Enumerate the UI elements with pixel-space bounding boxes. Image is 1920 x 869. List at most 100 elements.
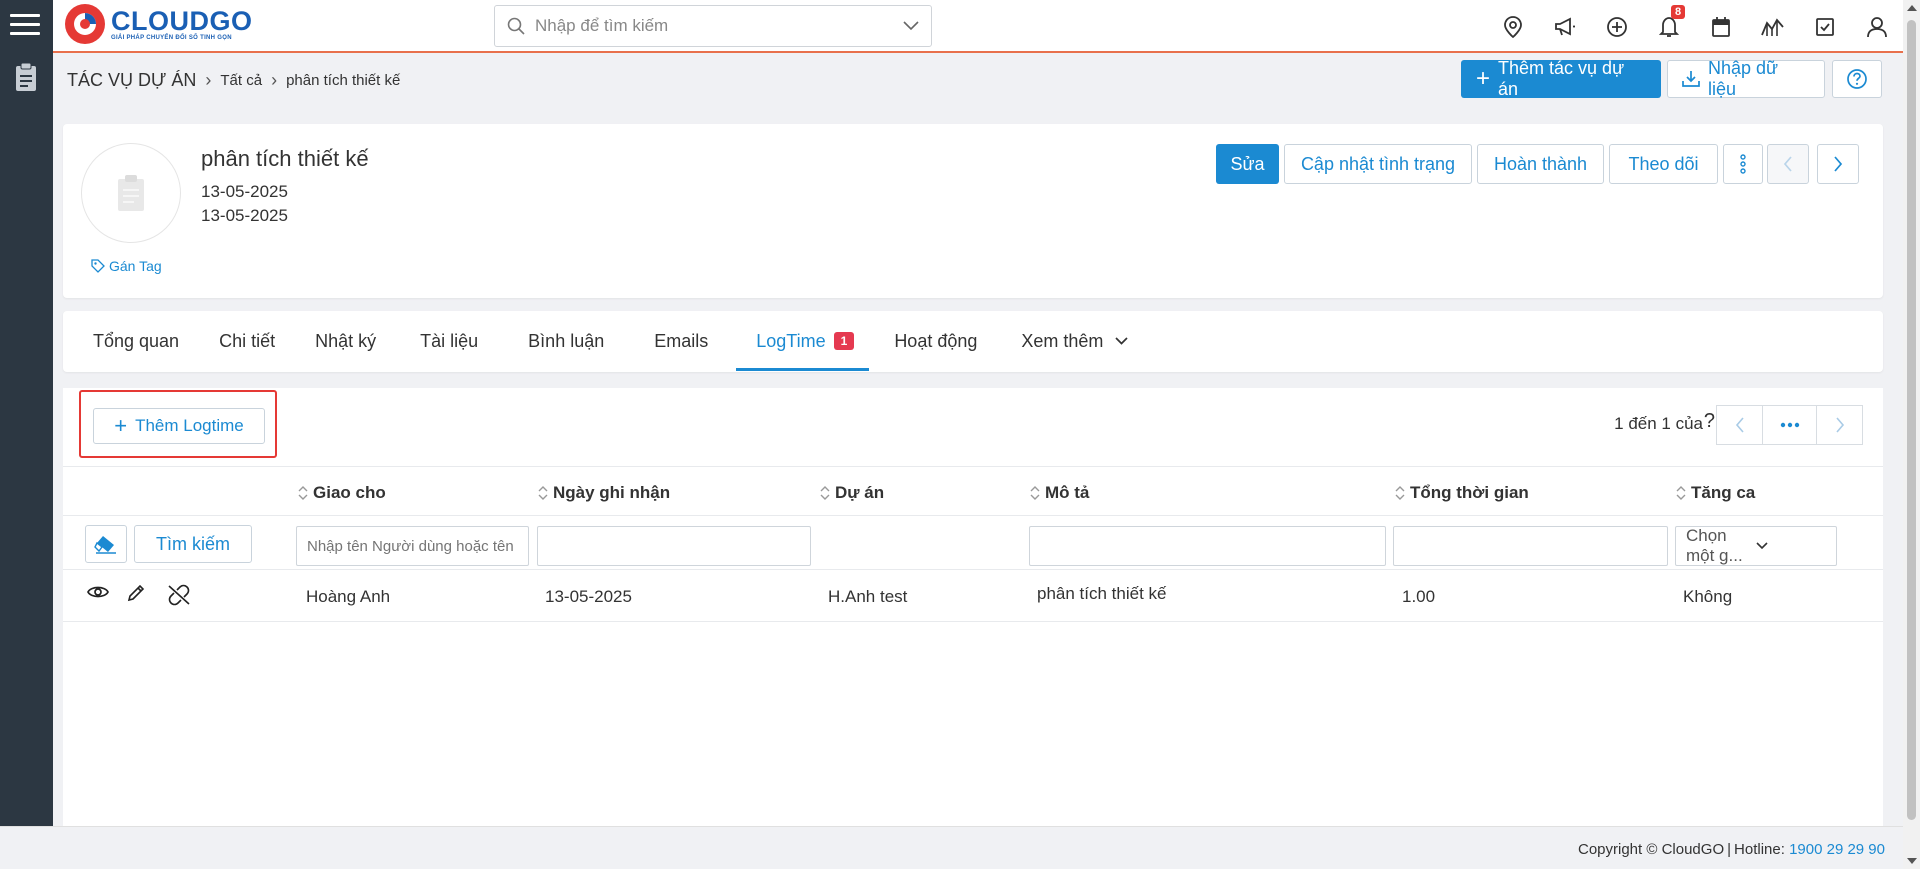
breadcrumb-module[interactable]: TÁC VỤ DỰ ÁN [67, 70, 196, 91]
search-placeholder: Nhập để tìm kiếm [535, 16, 669, 35]
total-time-filter-input[interactable] [1393, 526, 1668, 566]
logo-text: CLOUDGO [111, 6, 253, 36]
scrollbar-thumb[interactable] [1907, 20, 1916, 820]
add-project-task-button[interactable]: + Thêm tác vụ dự án [1461, 58, 1661, 99]
update-status-button[interactable]: Cập nhật tình trạng [1284, 144, 1472, 184]
footer-hotline-label: Hotline: [1734, 841, 1785, 858]
unlink-icon[interactable] [167, 584, 191, 606]
user-icon[interactable] [1851, 10, 1903, 44]
global-search-input[interactable]: Nhập để tìm kiếm [494, 5, 932, 47]
description-filter-input[interactable] [1029, 526, 1386, 566]
tab-overview-label: Tổng quan [93, 330, 180, 351]
column-total-time-label: Tổng thời gian [1410, 483, 1529, 502]
previous-page-button[interactable] [1717, 406, 1762, 444]
clipboard-icon[interactable] [14, 62, 38, 92]
overtime-filter-value: Chọn một g... [1686, 526, 1743, 565]
plus-icon: + [1476, 65, 1491, 92]
tab-activities-label: Hoạt động [894, 330, 978, 351]
cell-assigned: Hoàng Anh [306, 587, 391, 606]
more-options-button[interactable] [1723, 144, 1763, 184]
menu-icon[interactable] [10, 10, 40, 40]
calendar-icon[interactable] [1695, 10, 1747, 44]
cloudgo-logo[interactable]: CLOUDGO GIẢI PHÁP CHUYỂN ĐỔI SỐ TINH GỌN [63, 0, 253, 48]
previous-record-button[interactable] [1767, 144, 1809, 184]
column-overtime[interactable]: Tăng ca [1676, 483, 1755, 503]
chevron-down-icon[interactable] [903, 21, 919, 31]
cloudgo-logo-icon [65, 4, 105, 44]
notification-badge: 8 [1671, 5, 1686, 19]
footer-hotline-link[interactable]: 1900 29 29 90 [1789, 841, 1885, 858]
logtime-count-badge: 1 [833, 332, 855, 350]
sort-icon [1395, 485, 1405, 501]
logtime-list: + Thêm Logtime 1 đến 1 của ? Giao cho Ng… [63, 388, 1883, 826]
record-start-date: 13-05-2025 [201, 182, 288, 201]
help-button[interactable] [1832, 60, 1882, 98]
add-project-task-label: Thêm tác vụ dự án [1498, 58, 1625, 99]
column-overtime-label: Tăng ca [1691, 483, 1756, 502]
cell-description: phân tích thiết kế [1037, 584, 1167, 603]
tab-activities[interactable]: Hoạt động [894, 311, 977, 371]
kebab-menu-icon [1739, 153, 1747, 175]
column-project[interactable]: Dự án [820, 483, 884, 503]
breadcrumb-filter[interactable]: Tất cả [220, 72, 262, 89]
analytics-icon[interactable] [1747, 10, 1799, 44]
tab-logtime[interactable]: LogTime 1 [736, 311, 870, 371]
tab-overview[interactable]: Tổng quan [93, 311, 179, 371]
ellipsis-icon [1780, 422, 1799, 428]
search-icon [507, 17, 525, 35]
add-logtime-label: Thêm Logtime [135, 416, 244, 435]
tab-emails[interactable]: Emails [654, 311, 708, 371]
clear-filter-button[interactable] [85, 525, 127, 563]
view-icon[interactable] [87, 584, 109, 600]
tab-documents[interactable]: Tài liệu [420, 311, 478, 371]
add-logtime-button[interactable]: + Thêm Logtime [93, 408, 265, 444]
column-description[interactable]: Mô tả [1030, 483, 1089, 503]
tab-log-label: Nhật ký [315, 330, 377, 351]
scroll-up-icon[interactable] [1907, 5, 1917, 11]
tab-detail[interactable]: Chi tiết [219, 311, 275, 371]
breadcrumb-separator-icon: › [271, 69, 278, 90]
follow-button[interactable]: Theo dõi [1609, 144, 1718, 184]
eraser-icon [94, 534, 118, 554]
tab-more[interactable]: Xem thêm [1021, 311, 1129, 371]
page-scrollbar[interactable] [1903, 0, 1920, 869]
import-data-button[interactable]: Nhập dữ liệu [1667, 58, 1825, 99]
assign-tag-link[interactable]: Gán Tag [91, 258, 162, 274]
assigned-filter-input[interactable] [296, 526, 529, 566]
sort-icon [298, 485, 308, 501]
add-circle-icon[interactable] [1591, 10, 1643, 44]
edit-label: Sửa [1230, 153, 1265, 174]
location-icon[interactable] [1487, 10, 1539, 44]
overtime-filter-select[interactable]: Chọn một g... [1675, 526, 1837, 566]
table-header: Giao cho Ngày ghi nhận Dự án Mô tả Tổng … [63, 466, 1883, 516]
page-select-button[interactable] [1762, 406, 1817, 444]
search-button[interactable]: Tìm kiếm [134, 525, 252, 563]
task-check-icon[interactable] [1799, 10, 1851, 44]
edit-button[interactable]: Sửa [1216, 144, 1279, 184]
top-icon-bar: 8 [1487, 5, 1903, 44]
left-sidebar [0, 0, 53, 826]
complete-button[interactable]: Hoàn thành [1477, 144, 1604, 184]
notification-bell-icon[interactable]: 8 [1643, 5, 1695, 44]
column-total-time[interactable]: Tổng thời gian [1395, 483, 1529, 503]
tab-detail-label: Chi tiết [219, 330, 276, 351]
megaphone-icon[interactable] [1539, 10, 1591, 44]
scroll-down-icon[interactable] [1907, 858, 1917, 864]
column-assigned[interactable]: Giao cho [298, 483, 386, 503]
date-filter-input[interactable] [537, 526, 811, 566]
breadcrumb-record: phân tích thiết kế [286, 71, 401, 89]
next-record-button[interactable] [1817, 144, 1859, 184]
next-page-button[interactable] [1817, 406, 1862, 444]
top-bar: CLOUDGO GIẢI PHÁP CHUYỂN ĐỔI SỐ TINH GỌN… [53, 0, 1903, 53]
column-date[interactable]: Ngày ghi nhận [538, 483, 670, 503]
follow-label: Theo dõi [1628, 153, 1699, 174]
tab-documents-label: Tài liệu [420, 330, 479, 351]
tab-comments[interactable]: Bình luận [528, 311, 604, 371]
sort-icon [820, 485, 830, 501]
tab-log[interactable]: Nhật ký [315, 311, 376, 371]
sort-icon [1676, 485, 1686, 501]
cell-project[interactable]: H.Anh test [828, 587, 907, 607]
chevron-right-icon [1833, 156, 1843, 172]
pagination-help-icon[interactable]: ? [1704, 410, 1715, 433]
edit-pencil-icon[interactable] [127, 584, 145, 602]
